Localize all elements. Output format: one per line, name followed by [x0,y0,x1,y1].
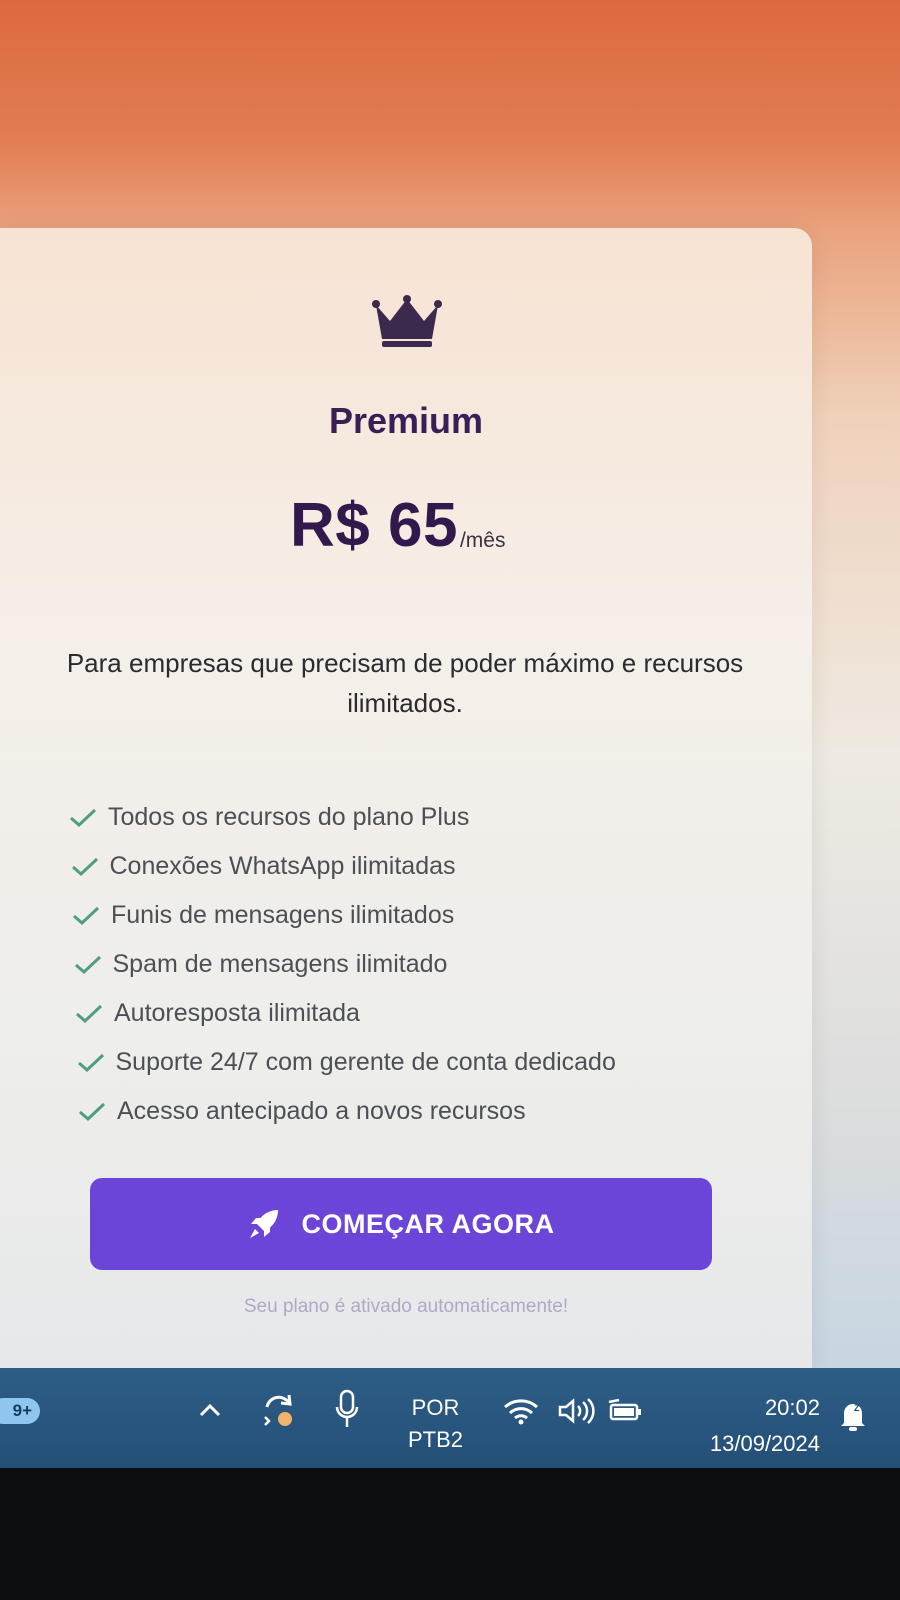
check-icon [79,1102,106,1121]
screen: Premium R$ 65 /mês Para empresas que pre… [0,0,900,1468]
check-icon [70,808,97,827]
windows-taskbar: 9+ POR PTB2 20:02 13/09/2024 Z [0,1368,900,1468]
check-icon [76,1004,103,1023]
feature-label: Suporte 24/7 com gerente de conta dedica… [115,1048,616,1076]
activation-note: Seu plano é ativado automaticamente! [243,1296,569,1317]
feature-label: Funis de mensagens ilimitados [111,901,455,929]
feature-item: Acesso antecipado a novos recursos [77,1087,616,1136]
feature-item: Spam de mensagens ilimitado [73,940,616,989]
price-period: /mês [459,529,506,552]
wifi-icon[interactable] [502,1396,540,1426]
crown-icon [372,295,442,347]
sync-icon[interactable] [258,1390,298,1430]
feature-label: Acesso antecipado a novos recursos [117,1097,526,1125]
feature-item: Todos os recursos do plano Plus [68,793,616,842]
system-clock[interactable]: 20:02 13/09/2024 [680,1390,820,1462]
notification-badge[interactable]: 9+ [0,1398,40,1424]
battery-icon[interactable] [606,1396,644,1426]
feature-item: Funis de mensagens ilimitados [71,891,616,940]
feature-label: Spam de mensagens ilimitado [112,950,448,978]
language-code: POR [411,1395,460,1420]
check-icon [73,906,100,925]
price-row: R$ 65 /mês [290,495,505,557]
check-icon [71,857,98,876]
feature-item: Conexões WhatsApp ilimitadas [70,842,616,891]
plan-description: Para empresas que precisam de poder máxi… [66,648,744,718]
plan-name: Premium [328,400,484,441]
feature-label: Autoresposta ilimitada [114,999,360,1027]
keyboard-layout: PTB2 [408,1427,464,1452]
volume-icon[interactable] [556,1396,596,1426]
feature-item: Autoresposta ilimitada [74,989,616,1038]
monitor-bezel [0,1468,900,1600]
check-icon [77,1053,104,1072]
rocket-icon [249,1210,278,1238]
clock-time: 20:02 [764,1395,820,1420]
feature-list: Todos os recursos do plano Plus Conexões … [68,793,616,1136]
feature-label: Conexões WhatsApp ilimitadas [109,852,456,880]
start-now-button[interactable]: COMEÇAR AGORA [90,1178,712,1270]
notification-bell-icon[interactable]: Z [836,1398,870,1434]
check-icon [74,955,101,974]
microphone-icon[interactable] [332,1388,362,1432]
show-hidden-icons-chevron-icon[interactable] [196,1396,224,1424]
feature-item: Suporte 24/7 com gerente de conta dedica… [76,1038,616,1087]
feature-label: Todos os recursos do plano Plus [108,803,470,831]
price-value: R$ 65 [290,491,458,560]
clock-date: 13/09/2024 [709,1431,820,1456]
input-language[interactable]: POR PTB2 [408,1392,463,1456]
start-now-label: COMEÇAR AGORA [301,1208,555,1239]
svg-text:Z: Z [854,1403,860,1413]
